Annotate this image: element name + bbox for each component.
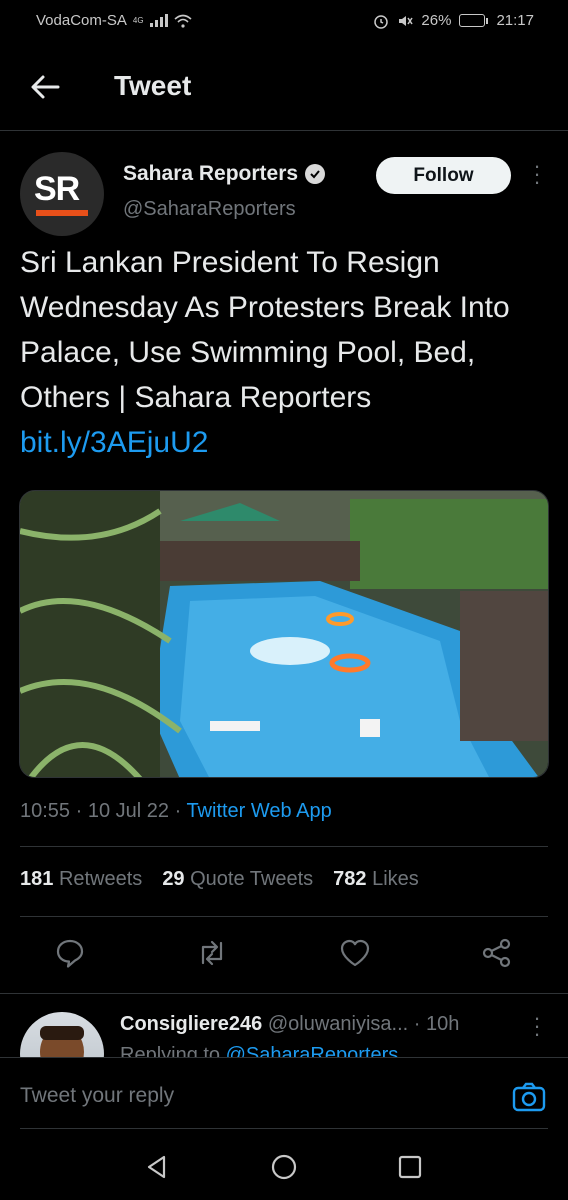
wifi-icon	[174, 14, 192, 28]
reply-author-handle[interactable]: @oluwaniyisa...	[268, 1013, 408, 1035]
signal-icon	[149, 14, 168, 27]
tweet-actions	[0, 935, 568, 977]
circle-home-icon[interactable]	[269, 1152, 299, 1182]
tweet-source[interactable]: Twitter Web App	[186, 800, 331, 822]
tweet-photo[interactable]	[19, 490, 549, 778]
tweet-text-block: Sri Lankan President To Resign Wednesday…	[20, 240, 550, 465]
carrier-label: VodaCom-SA	[36, 12, 127, 29]
tweet-stats: 181 Retweets 29 Quote Tweets 782 Likes	[20, 868, 419, 891]
quotes-count: 29	[162, 868, 185, 890]
more-vertical-icon[interactable]: · · ·	[528, 1007, 546, 1045]
arrow-left-icon[interactable]	[28, 70, 62, 104]
author-avatar[interactable]: SR	[20, 152, 104, 236]
replying-prefix: Replying to	[120, 1044, 221, 1058]
network-label: 4G	[132, 16, 144, 25]
page-title: Tweet	[114, 70, 192, 101]
share-icon[interactable]	[479, 935, 515, 971]
tweet-meta: 10:55 · 10 Jul 22 · Twitter Web App	[20, 800, 332, 822]
tweet-link[interactable]: bit.ly/3AEjuU2	[20, 426, 208, 459]
retweet-icon[interactable]	[194, 935, 230, 971]
tweet-date: 10 Jul 22	[87, 800, 170, 822]
divider	[20, 916, 548, 917]
replying-to-handle[interactable]: @SaharaReporters	[226, 1044, 399, 1058]
quotes-label: Quote Tweets	[190, 868, 314, 890]
square-recents-icon[interactable]	[395, 1152, 425, 1182]
quotes-stat[interactable]: 29 Quote Tweets	[162, 868, 313, 891]
retweets-count: 181	[20, 868, 54, 890]
battery-percent: 26%	[421, 12, 452, 29]
likes-count: 782	[333, 868, 367, 890]
author-name: Sahara Reporters	[123, 162, 299, 185]
avatar-logo-bar	[36, 210, 88, 216]
reply-input[interactable]: Tweet your reply	[20, 1084, 174, 1108]
divider	[20, 1128, 548, 1129]
more-vertical-icon[interactable]: · · ·	[528, 155, 546, 193]
reply-author-name[interactable]: Consigliere246	[120, 1013, 262, 1035]
clock: 21:17	[496, 12, 534, 29]
retweets-label: Retweets	[58, 868, 143, 890]
camera-icon[interactable]	[510, 1078, 548, 1116]
reply-header: Consigliere246 @oluwaniyisa... · 10h	[120, 1013, 530, 1036]
triangle-back-icon[interactable]	[142, 1152, 172, 1182]
avatar-logo-text: SR	[34, 170, 80, 208]
status-bar: VodaCom-SA 4G 26% 21:17	[0, 0, 568, 44]
likes-label: Likes	[372, 868, 419, 890]
retweets-stat[interactable]: 181 Retweets	[20, 868, 142, 891]
reply-age: · 10h	[413, 1013, 460, 1035]
author-handle[interactable]: @SaharaReporters	[123, 198, 296, 221]
heart-icon[interactable]	[337, 935, 373, 971]
system-nav-bar	[0, 1130, 568, 1200]
author-name-row[interactable]: Sahara Reporters	[123, 162, 326, 186]
alarm-icon	[374, 14, 389, 29]
app-header: Tweet	[0, 44, 568, 131]
divider	[0, 993, 568, 994]
comment-icon[interactable]	[52, 935, 88, 971]
divider	[20, 846, 548, 847]
verified-badge-icon	[305, 164, 326, 184]
likes-stat[interactable]: 782 Likes	[333, 868, 419, 891]
follow-button[interactable]: Follow	[376, 157, 511, 194]
tweet-text: Sri Lankan President To Resign Wednesday…	[20, 246, 510, 414]
mute-icon	[399, 15, 414, 26]
battery-icon	[459, 14, 489, 27]
tweet-time: 10:55	[20, 800, 71, 822]
photo-illustration	[20, 491, 548, 777]
replying-to: Replying to @SaharaReporters	[120, 1044, 398, 1058]
